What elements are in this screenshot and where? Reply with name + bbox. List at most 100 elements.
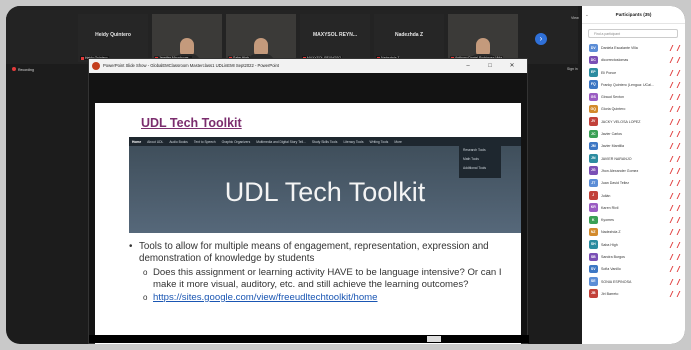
participant-name: Gloria Quintero <box>601 107 626 112</box>
participant-row[interactable]: JC Javier Carlos <box>582 128 685 140</box>
participant-row[interactable]: JG Jhon Alexander Gomez <box>582 165 685 177</box>
avatar: JM <box>589 141 598 151</box>
toolkit-link[interactable]: https://sites.google.com/view/freeudltec… <box>153 292 378 303</box>
camera-off-icon <box>677 106 682 112</box>
mic-muted-icon <box>670 94 675 100</box>
mic-muted-icon <box>670 143 675 149</box>
participant-row[interactable]: JB Jiri Barreto <box>582 288 685 300</box>
participant-name: Javier Carlos <box>601 132 622 137</box>
participant-name: Eli Ponce <box>601 70 617 75</box>
nav-item[interactable]: Audio Books <box>169 140 188 144</box>
participants-panel: ⌄ Participants (35) Find a participant DV… <box>582 6 685 344</box>
camera-off-icon <box>677 242 682 248</box>
participant-row[interactable]: JM Javier Mantilla <box>582 140 685 152</box>
participant-row[interactable]: NZ Nadezhda Z <box>582 226 685 238</box>
participant-row[interactable]: K Kyomes <box>582 214 685 226</box>
collapse-icon[interactable]: ⌄ <box>585 6 589 24</box>
participant-row[interactable]: J Julián <box>582 190 685 202</box>
mic-muted-icon <box>670 279 675 285</box>
nav-item[interactable]: Study Skills Tools <box>312 140 338 144</box>
camera-off-icon <box>677 57 682 63</box>
mic-muted-icon <box>670 57 675 63</box>
mic-muted-icon <box>670 180 675 186</box>
bullet-question: Does this assignment or learning activit… <box>129 267 519 290</box>
participants-header: ⌄ Participants (35) <box>582 6 685 24</box>
avatar: JB <box>589 289 598 298</box>
nav-item[interactable]: More <box>394 140 402 144</box>
video-tile[interactable]: Nadezhda ZNadezhda Z <box>374 14 444 62</box>
participant-name: Sofia Vanillo <box>601 267 621 272</box>
participant-name: Daniela Escalante Villa <box>601 46 638 50</box>
nav-item[interactable]: Multimedia and Digital Story Tell... <box>256 140 306 144</box>
avatar: SH <box>589 240 598 249</box>
view-button[interactable]: View <box>571 16 579 20</box>
participant-search-input[interactable]: Find a participant <box>588 29 678 38</box>
participant-row[interactable]: JV JACKY VELOSA LOPEZ <box>582 116 685 128</box>
camera-off-icon <box>677 193 682 199</box>
participant-row[interactable]: SB Sandra Burgos <box>582 251 685 263</box>
participant-row[interactable]: JT Juan David Tellez <box>582 177 685 189</box>
mic-muted-icon <box>670 45 675 51</box>
avatar: DC <box>589 55 598 65</box>
mic-muted-icon <box>670 82 675 88</box>
mic-muted-icon <box>670 168 675 174</box>
participant-row[interactable]: SH Saba High <box>582 239 685 251</box>
nav-item[interactable]: Home <box>132 140 141 144</box>
camera-off-icon <box>677 291 682 297</box>
maximize-button[interactable]: □ <box>481 59 499 73</box>
participant-name: Nadezhda Z <box>601 230 621 235</box>
participant-row[interactable]: GQ Gloria Quintero <box>582 103 685 115</box>
participant-name: JAVIER NARANJO <box>601 156 632 161</box>
participant-row[interactable]: SV Sofia Vanillo <box>582 263 685 275</box>
participant-row[interactable]: EP Eli Ponce <box>582 67 685 79</box>
participant-row[interactable]: KR Karen Rivil <box>582 202 685 214</box>
slideshow-control[interactable] <box>427 336 441 342</box>
video-tile[interactable]: Heidy QuinteroHeidy Quintero <box>78 14 148 62</box>
mic-muted-icon <box>670 217 675 223</box>
participant-name: Saba High <box>601 242 618 247</box>
avatar: SE <box>589 277 598 286</box>
avatar: DV <box>589 43 598 52</box>
nav-item[interactable]: Text to Speech <box>194 140 216 144</box>
camera-off-icon <box>677 205 682 211</box>
slide-bullets: Tools to allow for multiple means of eng… <box>129 241 519 304</box>
participant-row[interactable]: JN JAVIER NARANJO <box>582 153 685 165</box>
video-tile[interactable]: Sabe High <box>226 14 296 62</box>
video-tile[interactable]: Jennifer Mauchowe... <box>152 14 222 62</box>
dropdown-item[interactable]: Additional Tools <box>459 164 501 173</box>
camera-off-icon <box>677 180 682 186</box>
next-videos-button[interactable]: › <box>535 33 547 45</box>
participant-name: Giraud Sexton <box>601 95 624 100</box>
sign-in-label[interactable]: Sign in <box>567 67 578 71</box>
participant-name: dicorrectoslomas <box>601 58 629 63</box>
camera-off-icon <box>677 254 682 260</box>
video-tile[interactable]: Anthony Daniel Rodriguez Vida <box>448 14 518 62</box>
participant-row[interactable]: GS Giraud Sexton <box>582 91 685 103</box>
participant-row[interactable]: SE SONIA ESPINOSA <box>582 276 685 288</box>
writing-tools-dropdown: Research Tools Math Tools Additional Tools <box>459 146 501 178</box>
avatar: JG <box>589 166 598 175</box>
avatar: JV <box>589 117 598 126</box>
dropdown-item[interactable]: Research Tools <box>459 146 501 155</box>
slide-title: UDL Tech Toolkit <box>141 116 242 130</box>
video-tile-name: MAXYSOL REYN... <box>312 32 358 38</box>
camera-off-icon <box>677 266 682 272</box>
participant-name: Jiri Barreto <box>601 291 619 296</box>
participant-row[interactable]: FQ Franky Quintero (Lengua: UCal... <box>582 79 685 91</box>
dropdown-item[interactable]: Math Tools <box>459 155 501 164</box>
nav-item[interactable]: Writing Tools <box>370 140 389 144</box>
participant-list: DV Daniela Escalante Villa DC dicorrectoslo… <box>582 42 685 300</box>
participant-name: Karen Rivil <box>601 205 619 210</box>
slideshow-bottom-bar <box>89 335 529 343</box>
toolkit-banner: Home About UDL Audio Books Text to Speech Gr… <box>129 137 521 233</box>
minimize-button[interactable]: – <box>459 59 477 73</box>
avatar: GQ <box>589 104 598 114</box>
participant-row[interactable]: DC dicorrectoslomas <box>582 54 685 66</box>
nav-item[interactable]: Graphic Organizers <box>222 140 251 144</box>
participant-row[interactable]: DV Daniela Escalante Villa <box>582 42 685 54</box>
close-button[interactable]: ✕ <box>503 59 521 73</box>
nav-item[interactable]: Literacy Tools <box>343 140 363 144</box>
video-tile-name: Nadezhda Z <box>394 32 424 38</box>
nav-item[interactable]: About UDL <box>147 140 163 144</box>
video-tile[interactable]: MAXYSOL REYN...MAXYSOL REYNOSO <box>300 14 370 62</box>
